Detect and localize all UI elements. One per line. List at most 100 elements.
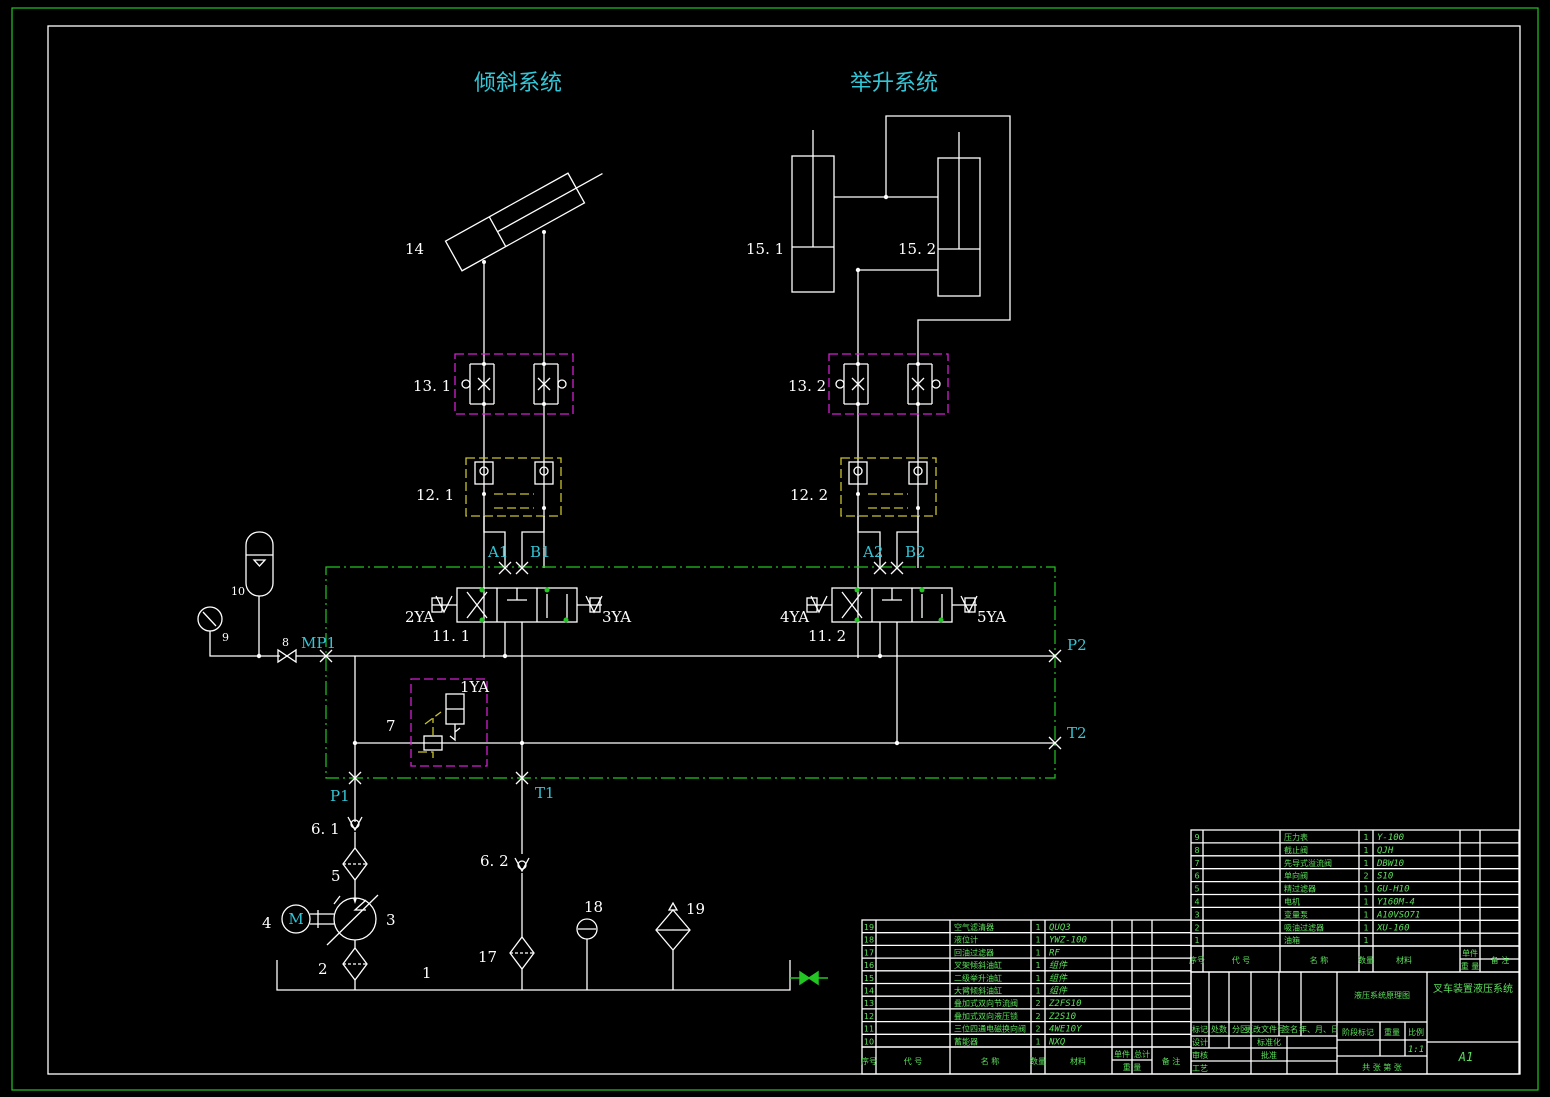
bom-lower-row-qty: 2 (1035, 1012, 1040, 1021)
port-A1: A1 (487, 543, 508, 561)
bom-lower-row-code: 组件 (1049, 986, 1068, 997)
tb-check: 审核 (1192, 1050, 1208, 1060)
bom-lower-row-code: Z2FS10 (1048, 999, 1082, 1009)
bom-header-qty: 数量 (1358, 955, 1374, 965)
label-10: 10 (231, 585, 245, 598)
bom-header-name: 名 称 (1310, 955, 1329, 965)
label-3YA: 3YA (602, 608, 631, 626)
throttle-valve-13-1 (454, 353, 574, 415)
bom-lower-header-weight: 重 量 (1123, 1062, 1142, 1072)
label-4: 4 (262, 914, 272, 932)
bom-lower-header-unit: 单件 (1114, 1049, 1130, 1059)
tb-weight: 重量 (1384, 1027, 1400, 1037)
bom-lower-row-code: 组件 (1049, 973, 1068, 984)
label-7: 7 (386, 717, 396, 735)
title-block: 液压系统原理图 叉车装置液压系统 标记 处数 分区 更改文件号 签名 年、月、日… (1190, 971, 1520, 1075)
air-filter-19 (655, 901, 691, 990)
label-4YA: 4YA (780, 608, 809, 626)
bom-lower-row-qty: 2 (1035, 999, 1040, 1008)
label-8: 8 (282, 636, 289, 649)
bom-lower-row-no: 17 (864, 948, 874, 957)
bom-lower-row-name: 空气滤清器 (954, 922, 994, 932)
tb-proc: 工艺 (1192, 1064, 1208, 1073)
bom-lower-row-name: 回油过滤器 (954, 947, 994, 957)
bom-row-name: 吸油过滤器 (1284, 922, 1324, 932)
bom-lower-row-no: 16 (864, 961, 874, 970)
label-6-1: 6. 1 (311, 820, 340, 838)
bom-lower-header-qty: 数量 (1030, 1056, 1046, 1066)
label-11-2: 11. 2 (808, 627, 846, 645)
tb-count: 处数 (1211, 1024, 1227, 1034)
port-B2: B2 (905, 543, 926, 561)
lift-system-title: 举升系统 (850, 71, 938, 96)
pressure-and-tank-lines (319, 561, 1062, 854)
bom-header-unit: 单件 (1462, 948, 1478, 958)
tb-date: 年、月、日 (1299, 1024, 1339, 1034)
tb-std: 标准化 (1257, 1037, 1281, 1047)
bom-row-no: 1 (1194, 936, 1199, 945)
bom-header-code: 代 号 (1232, 955, 1251, 965)
motor-label: M (288, 910, 303, 928)
bom-lower-row-no: 19 (864, 923, 874, 932)
bom-lower-row-name: 叠加式双向节流阀 (954, 998, 1018, 1008)
label-13-2: 13. 2 (788, 377, 826, 395)
tb-scale-value: 1:1 (1408, 1045, 1424, 1055)
pump-line (281, 816, 379, 990)
directional-valve-11-1 (431, 587, 603, 623)
bom-lower-row-qty: 1 (1035, 948, 1040, 957)
label-12-2: 12. 2 (790, 486, 828, 504)
level-gauge-18 (576, 918, 598, 990)
bom-lower-row-code: QUQ3 (1049, 923, 1071, 933)
bom-lower-row-name: 液位计 (954, 935, 978, 945)
bom-lower-header-name: 名 称 (981, 1056, 1000, 1066)
label-11-1: 11. 1 (432, 627, 470, 645)
bom-row-qty: 1 (1363, 910, 1368, 919)
bom-lower-row-qty: 1 (1035, 923, 1040, 932)
label-15-1: 15. 1 (746, 240, 784, 258)
bom-lower-header-remark: 备 注 (1162, 1056, 1181, 1066)
label-2: 2 (318, 960, 328, 978)
bom-row-no: 6 (1194, 872, 1199, 881)
bom-row-name: 电机 (1284, 897, 1300, 907)
pressure-gauge-9 (197, 606, 280, 657)
bom-lower-row-qty: 1 (1035, 974, 1040, 983)
bom-lower-row-code: YWZ-100 (1049, 936, 1087, 946)
label-13-1: 13. 1 (413, 377, 451, 395)
bom-row-code: DBW10 (1376, 859, 1404, 869)
label-18: 18 (584, 898, 603, 916)
label-19: 19 (686, 900, 705, 918)
port-B1: B1 (530, 543, 551, 561)
label-1: 1 (422, 964, 432, 982)
bom-lower-row-no: 10 (864, 1037, 874, 1046)
valve-manifold-block (325, 566, 1056, 779)
label-12-1: 12. 1 (416, 486, 454, 504)
bom-row-code: A10VSO71 (1376, 910, 1420, 920)
bom-lower-row-no: 13 (864, 999, 874, 1008)
tb-sheets: 共 张 第 张 (1362, 1062, 1402, 1072)
bom-row-qty: 1 (1363, 936, 1368, 945)
label-9: 9 (222, 631, 229, 644)
bom-lower-row-code: 组件 (1049, 960, 1068, 971)
bom-lower-row-name: 三位四通电磁换向阀 (954, 1024, 1026, 1034)
bom-lower-row-code: RF (1049, 948, 1060, 958)
bom-lower-row-no: 18 (864, 936, 874, 945)
bom-row-qty: 1 (1363, 833, 1368, 842)
bom-row-no: 8 (1194, 846, 1199, 855)
bom-lower-row-name: 大臂倾斜油缸 (954, 986, 1002, 996)
port-A2: A2 (862, 543, 883, 561)
bom-row-code: S10 (1377, 872, 1393, 882)
tb-docno: 更改文件号 (1245, 1024, 1285, 1034)
bom-row-no: 5 (1194, 885, 1199, 894)
hydraulic-schematic-drawing: 倾斜系统 举升系统 14 15. 1 15. 2 13. 1 13. 2 12.… (11, 7, 1539, 1091)
bom-lower-row-code: 4WE10Y (1049, 1025, 1082, 1035)
bom-lower-row-no: 11 (864, 1025, 874, 1034)
bom-row-name: 截止阀 (1284, 845, 1308, 855)
label-1YA: 1YA (460, 678, 489, 696)
bom-row-name: 变量泵 (1284, 909, 1308, 919)
bom-row-qty: 1 (1363, 923, 1368, 932)
port-P1: P1 (330, 787, 350, 805)
return-line (509, 857, 535, 990)
bom-lower-row-name: 蓄能器 (954, 1036, 978, 1046)
bom-row-code: GU-H10 (1377, 885, 1410, 895)
bom-row-name: 精过滤器 (1284, 884, 1316, 894)
